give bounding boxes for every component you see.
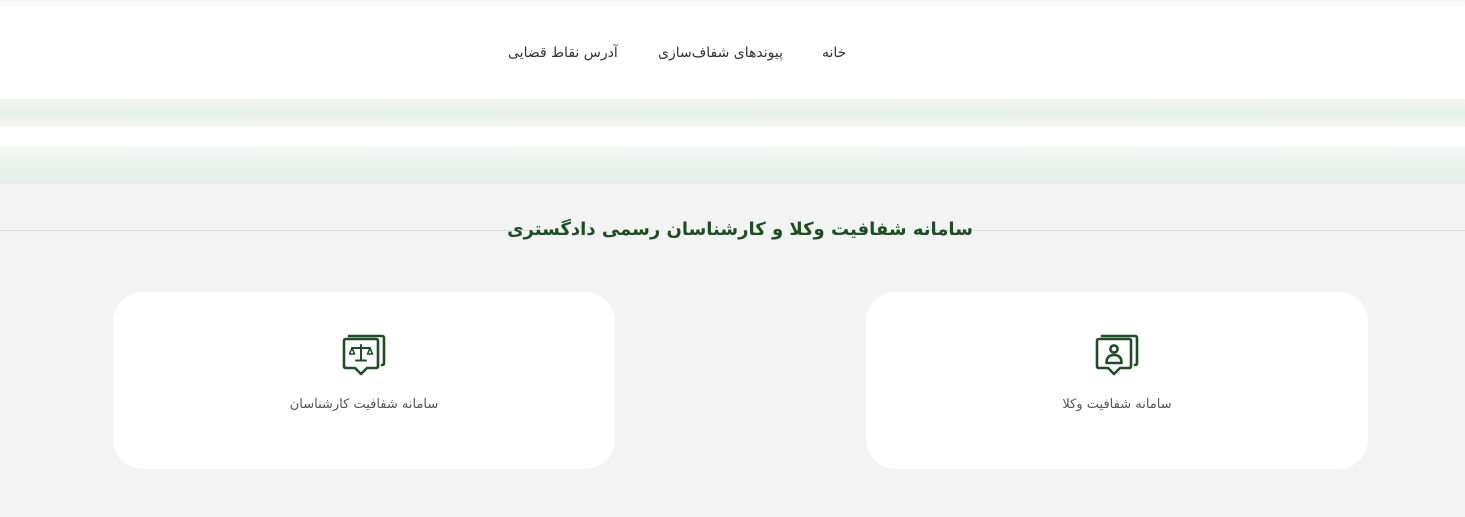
banner-gap [0, 127, 1465, 147]
page-title: سامانه شفافیت وکلا و کارشناسان رسمی دادگ… [507, 218, 973, 240]
card-lawyers-transparency[interactable]: سامانه شفافیت وکلا [866, 292, 1368, 469]
main-section: سامانه شفافیت وکلا و کارشناسان رسمی دادگ… [0, 184, 1465, 517]
nav-item-home[interactable]: خانه [822, 45, 846, 61]
card-label: سامانه شفافیت کارشناسان [289, 397, 439, 412]
scales-of-justice-icon [340, 330, 388, 378]
top-gradient-strip [0, 0, 1465, 8]
top-navigation: خانه پیوندهای شفاف‌سازی آدرس نقاط قضایی [0, 8, 1465, 99]
secondary-banner-band [0, 147, 1465, 184]
lawyer-person-icon [1093, 330, 1141, 378]
header-banner-band [0, 99, 1465, 127]
card-label: سامانه شفافیت وکلا [1062, 397, 1172, 412]
heading-container: سامانه شفافیت وکلا و کارشناسان رسمی دادگ… [507, 214, 973, 244]
nav-item-judicial-addresses[interactable]: آدرس نقاط قضایی [508, 45, 618, 61]
nav-item-transparency-links[interactable]: پیوندهای شفاف‌سازی [658, 45, 783, 61]
card-experts-transparency[interactable]: سامانه شفافیت کارشناسان [113, 292, 615, 469]
